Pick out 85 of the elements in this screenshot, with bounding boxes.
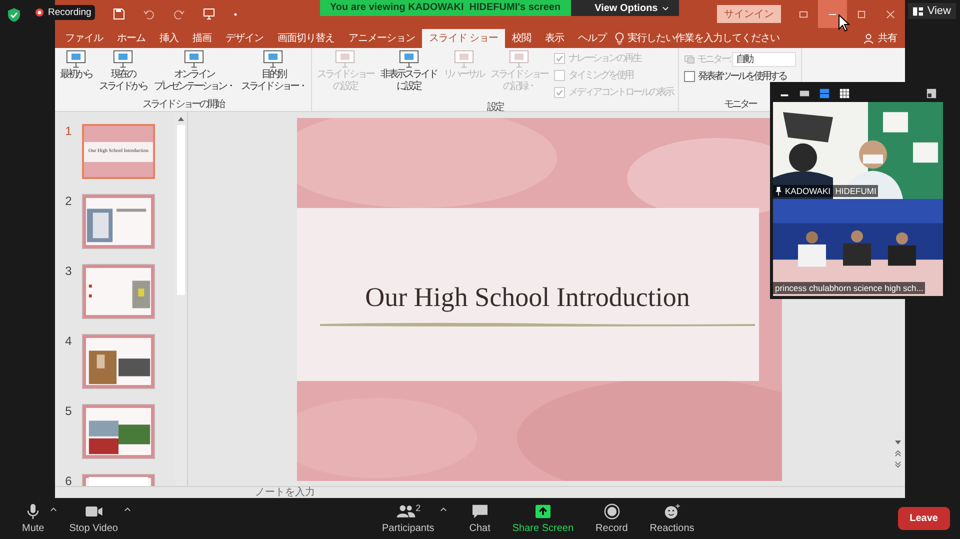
speaker-view-icon[interactable] [819, 88, 830, 98]
ribbon-display-icon [799, 10, 808, 18]
slide-number: 4 [64, 334, 73, 348]
close-icon [886, 10, 895, 18]
viewing-banner: You are viewing KADOWAKI HIDEFUMI's screen [320, 0, 571, 16]
reactions-icon [662, 503, 682, 520]
recording-label: Recording [48, 7, 92, 18]
toolbar-button[interactable]: Share Screen [512, 503, 574, 534]
person-icon [863, 33, 874, 44]
ribbon-button[interactable]: オンライン プレゼンテーション・ [151, 48, 237, 99]
toolbar-button[interactable]: Chat [469, 503, 490, 534]
shield-icon[interactable] [8, 8, 20, 22]
leave-button[interactable]: Leave [898, 507, 950, 530]
slide-number: 3 [64, 264, 73, 278]
undo-icon[interactable] [143, 8, 155, 20]
toolbar-button[interactable]: Record [596, 503, 628, 534]
cursor-icon [838, 14, 850, 32]
participants-icon [396, 503, 416, 520]
record-icon [35, 8, 44, 17]
share-screen-icon [532, 503, 553, 520]
slide-title[interactable]: Our High School Introduction [365, 282, 690, 312]
next-slide-icon[interactable] [894, 461, 902, 468]
scroll-up-icon[interactable] [177, 116, 185, 122]
participant-name: princess chulabhorn science high sch... [775, 283, 924, 293]
lightbulb-icon [615, 32, 624, 45]
slide-thumbnail[interactable] [82, 194, 155, 249]
slide-thumbnail[interactable] [82, 404, 155, 459]
participant-count: 2 [416, 503, 421, 513]
redo-icon[interactable] [173, 8, 185, 20]
view-button[interactable]: View [908, 3, 956, 19]
view-options-button[interactable]: View Options [570, 0, 679, 16]
toolbar-button[interactable]: 2 Participants [382, 503, 434, 534]
toolbar-button[interactable]: Stop Video [69, 503, 118, 534]
checkbox[interactable] [684, 70, 696, 82]
caret-icon[interactable] [124, 507, 131, 512]
slide-thumbnail[interactable] [82, 334, 155, 389]
scroll-down-icon[interactable] [894, 439, 902, 446]
tell-me-field[interactable]: 実行したい作業を入力してください [627, 29, 780, 48]
toolbar-button[interactable]: Reactions [650, 503, 694, 534]
ribbon-tab[interactable]: 校閲 [504, 29, 538, 48]
checkbox-label: メディア コントロールの表示 [568, 86, 674, 99]
ribbon-tab[interactable]: 挿入 [152, 29, 186, 48]
chat-icon [470, 503, 490, 520]
monitor-icon [684, 54, 696, 64]
ribbon-tab[interactable]: スライド ショー [422, 29, 505, 48]
sign-in-button[interactable]: サインイン [717, 5, 781, 23]
toolbar-button[interactable]: Mute [22, 503, 44, 534]
checkbox-label: タイミングを使用 [568, 69, 632, 82]
group-label: スライド ショーの開始 [142, 99, 225, 111]
checkbox-label: 発表者ツールを使用する [698, 70, 786, 83]
ribbon-button[interactable]: 非表示スライド に設定 [378, 48, 440, 102]
present-icon[interactable] [203, 8, 215, 20]
slide-number: 1 [64, 124, 73, 138]
ribbon-button[interactable]: 最初から [57, 48, 95, 99]
ribbon-tab[interactable]: ホーム [110, 29, 152, 48]
ribbon-button[interactable]: 現在の スライドから [96, 48, 150, 99]
monitor-label: モニター: [697, 53, 730, 66]
layout-icon[interactable] [926, 88, 937, 98]
save-icon[interactable] [113, 8, 125, 20]
slide-number: 2 [64, 194, 73, 208]
checkbox-label: ナレーションの再生 [568, 52, 640, 65]
notes-field[interactable]: ノートを入力 [255, 487, 905, 498]
participant-name: KADOWAKI HIDEFUMI [785, 186, 876, 196]
ribbon-tab[interactable]: ファイル [58, 29, 110, 48]
slide-number: 5 [64, 404, 73, 418]
ribbon-tab[interactable]: 画面切り替え [270, 29, 342, 48]
group-label: モニター [723, 99, 758, 111]
more-icon[interactable] [233, 12, 238, 16]
ribbon-button[interactable]: 目的別 スライド ショー・ [238, 48, 309, 99]
ribbon-tab[interactable]: アニメーション [342, 29, 422, 48]
grid-icon[interactable] [839, 88, 850, 98]
record-icon [602, 503, 622, 520]
previous-slide-icon[interactable] [894, 450, 902, 457]
slide-number: 6 [64, 474, 73, 486]
ribbon-tab[interactable]: ヘルプ [570, 29, 614, 48]
slide-thumbnail[interactable] [82, 264, 155, 319]
ribbon-tab[interactable]: 表示 [538, 29, 571, 48]
caret-icon[interactable] [50, 507, 58, 512]
caret-icon[interactable] [440, 507, 448, 512]
share-button[interactable]: 共有 [874, 29, 905, 48]
chevron-icon [662, 6, 669, 10]
layout-icon [913, 6, 924, 16]
maximize-icon [857, 10, 866, 18]
ribbon-tab[interactable]: デザイン [218, 29, 270, 48]
ribbon-tab[interactable]: 描画 [186, 29, 218, 48]
